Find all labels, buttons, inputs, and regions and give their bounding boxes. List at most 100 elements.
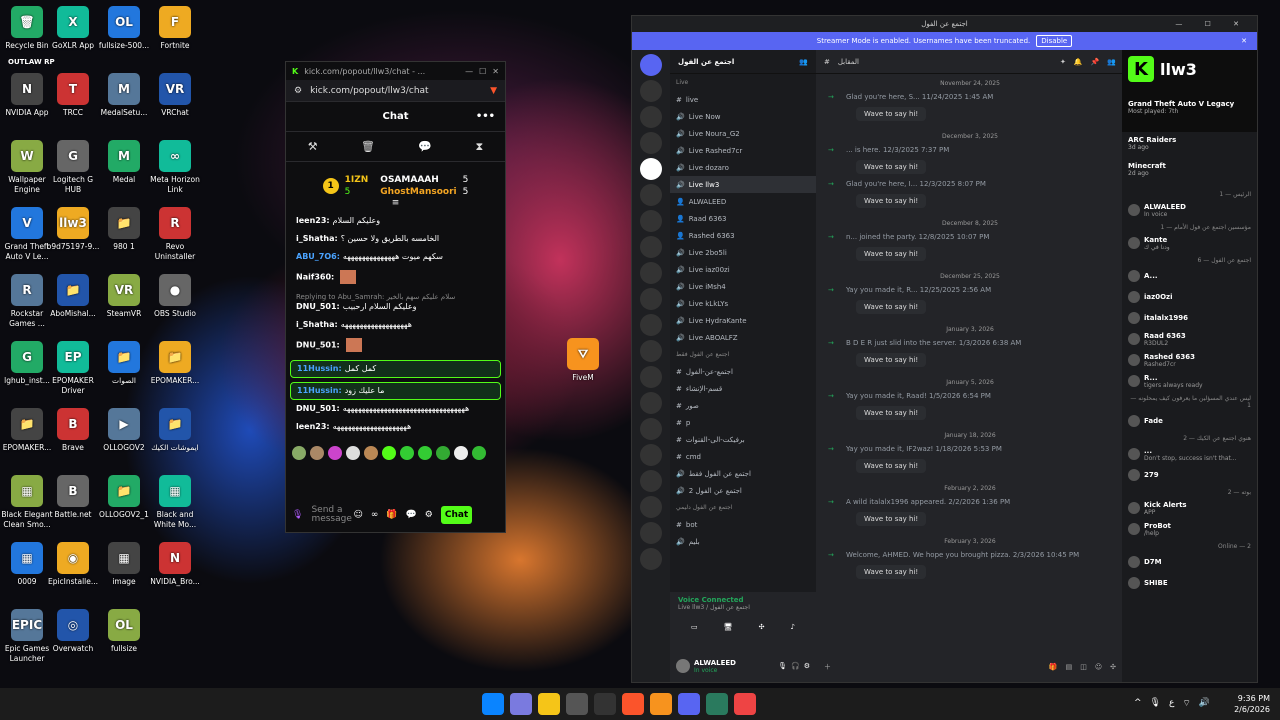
desktop-icon[interactable]: ◉ EpicInstalle...	[44, 542, 102, 587]
emote[interactable]	[454, 446, 468, 460]
channel-category[interactable]: اجتمع عن الفول فقط	[670, 346, 816, 363]
chat-username[interactable]: i_Shatha:	[296, 234, 338, 243]
sticker-icon[interactable]: ◫	[1080, 663, 1087, 671]
members-icon[interactable]: 👥	[1107, 58, 1116, 66]
member-item[interactable]: iaz0Ozi	[1128, 288, 1251, 306]
chat-username[interactable]: i_Shatha:	[296, 320, 338, 329]
chat-bubble-icon[interactable]: 💬	[418, 140, 432, 153]
emote[interactable]	[364, 446, 378, 460]
chat-message[interactable]: 11Hussin: كمل كمل	[290, 360, 501, 378]
gif-icon[interactable]: ▤	[1066, 663, 1073, 671]
member-item[interactable]: Fade	[1128, 412, 1251, 430]
channel-item[interactable]: bot #	[670, 516, 816, 533]
emote[interactable]	[436, 446, 450, 460]
disable-streamer-mode-button[interactable]: Disable	[1036, 35, 1073, 47]
wave-button[interactable]: Wave to say hi!	[856, 406, 927, 420]
avatar[interactable]	[676, 659, 690, 673]
member-item[interactable]: SHIBE	[1128, 574, 1251, 592]
chat-username[interactable]: 11Hussin:	[297, 364, 342, 373]
activities-icon[interactable]: ✣	[759, 623, 765, 631]
chat-message[interactable]: Naif360:	[296, 270, 495, 284]
clock[interactable]: 9:36 PM 2/6/2026	[1234, 693, 1270, 715]
channel-item[interactable]: قسم-الإنشاء #	[670, 380, 816, 397]
channel-category[interactable]: Live	[670, 74, 816, 91]
member-item[interactable]: ... Don't stop, success isn't that...	[1128, 445, 1251, 463]
member-item[interactable]: D7M	[1128, 553, 1251, 571]
desktop-icon[interactable]: ∞ Meta Horizon Link	[146, 140, 204, 195]
url-bar[interactable]: ⚙ kick.com/popout/llw3/chat ▼	[286, 80, 505, 102]
obs-icon[interactable]	[594, 693, 616, 715]
channel-item[interactable]: اجتمع-عن-الفول #	[670, 363, 816, 380]
wave-button[interactable]: Wave to say hi!	[856, 160, 927, 174]
chat-message[interactable]: DNU_501: هههههههههههههههههههههههههههههههه…	[296, 404, 495, 414]
desktop-icon[interactable]: B Battle.net	[44, 475, 102, 520]
desktop-icon-fivem[interactable]: ⛛ FiveM	[554, 338, 612, 383]
channel-category[interactable]: اجتمع عن الفول دليمي	[670, 499, 816, 516]
add-attachment-icon[interactable]: ＋	[824, 662, 831, 672]
message-composer[interactable]: ＋ 🎁 ▤ ◫ ☺ ✣	[824, 658, 1116, 676]
chat-username[interactable]: leen23:	[296, 216, 330, 225]
wave-button[interactable]: Wave to say hi!	[856, 565, 927, 579]
emoji-icon[interactable]: ☺	[1095, 663, 1102, 671]
channel-item[interactable]: Live llw3 🔊	[670, 176, 816, 193]
channel-item[interactable]: ALWALEED 👤	[670, 193, 816, 210]
tray-overflow-icon[interactable]: ^	[1134, 698, 1142, 709]
settings-icon[interactable]: ⚙	[425, 510, 433, 520]
desktop-icon[interactable]: VR SteamVR	[95, 274, 153, 319]
headphone-icon[interactable]: 🎧	[791, 662, 800, 670]
desktop-icon[interactable]: R Revo Uninstaller	[146, 207, 204, 262]
member-item[interactable]: Rashed 6363 Rashed7cr	[1128, 351, 1251, 369]
threads-icon[interactable]: ✦	[1060, 58, 1066, 66]
message-input[interactable]: Send a message	[311, 506, 351, 524]
wave-button[interactable]: Wave to say hi!	[856, 247, 927, 261]
desktop-icon[interactable]: ◎ Overwatch	[44, 609, 102, 654]
desktop-icon[interactable]: OL fullsize-500...	[95, 6, 153, 51]
desktop-icon[interactable]: ▦ Black and White Mo...	[146, 475, 204, 530]
server-icon[interactable]	[640, 496, 662, 518]
wifi-icon[interactable]: ⌔	[1182, 698, 1190, 709]
channel-item[interactable]: p #	[670, 414, 816, 431]
server-icon[interactable]	[640, 366, 662, 388]
trash-icon[interactable]: 🗑	[361, 140, 375, 153]
chat-message[interactable]: leen23: ههههههههههههههههههههه	[296, 422, 495, 432]
emote[interactable]	[310, 446, 324, 460]
copilot-icon[interactable]	[510, 693, 532, 715]
chat-message[interactable]: i_Shatha: ههههههههههههههههههه	[296, 320, 495, 330]
collapse-icon[interactable]: ≡	[392, 198, 400, 208]
channel-item[interactable]: Live HydraKante 🔊	[670, 312, 816, 329]
wave-button[interactable]: Wave to say hi!	[856, 353, 927, 367]
apps-icon[interactable]: ✣	[1110, 663, 1116, 671]
member-item[interactable]: A...	[1128, 267, 1251, 285]
desktop-icon[interactable]: ● OBS Studio	[146, 274, 204, 319]
wave-button[interactable]: Wave to say hi!	[856, 512, 927, 526]
channel-item[interactable]: Live Rashed7cr 🔊	[670, 142, 816, 159]
wave-button[interactable]: Wave to say hi!	[856, 107, 927, 121]
desktop-icon[interactable]: 📁 EPOMAKER...	[146, 341, 204, 386]
server-icon[interactable]	[640, 236, 662, 258]
mic-icon[interactable]: 🎙	[292, 510, 303, 520]
desktop-icon[interactable]: T TRCC	[44, 73, 102, 118]
server-icon[interactable]	[640, 340, 662, 362]
channel-item[interactable]: Live ABOALFZ 🔊	[670, 329, 816, 346]
chat-username[interactable]: Naif360:	[296, 273, 334, 282]
gavel-icon[interactable]: ⚒	[308, 140, 318, 153]
desktop-icon[interactable]: OL fullsize	[95, 609, 153, 654]
minimize-button[interactable]: —	[465, 67, 473, 76]
server-icon[interactable]	[640, 184, 662, 206]
bell-icon[interactable]: 🔔	[1074, 58, 1083, 66]
desktop-icon[interactable]: 📁 AboMishal...	[44, 274, 102, 319]
goxlr-icon[interactable]	[706, 693, 728, 715]
wave-button[interactable]: Wave to say hi!	[856, 194, 927, 208]
server-icon[interactable]	[640, 548, 662, 570]
mic-icon[interactable]: 🎙	[778, 662, 787, 670]
volume-icon[interactable]: 🔊	[1199, 698, 1210, 709]
desktop-icon[interactable]: 📁 OLLOGOV2_1	[95, 475, 153, 520]
chat-message[interactable]: ABU_7O6: سكهم ميوت ههههههههههههههه	[296, 252, 495, 262]
server-icon[interactable]	[640, 132, 662, 154]
desktop-icon[interactable]: M Medal	[95, 140, 153, 185]
desktop-icon[interactable]: llw3 b9d75197-9...	[44, 207, 102, 252]
member-item[interactable]: ALWALEED In voice	[1128, 201, 1251, 219]
chrome-icon[interactable]	[734, 693, 756, 715]
desktop-icon[interactable]: G Logitech G HUB	[44, 140, 102, 195]
chat-message[interactable]: i_Shatha: الخامسه بالطريق ولا حسين ؟	[296, 234, 495, 244]
